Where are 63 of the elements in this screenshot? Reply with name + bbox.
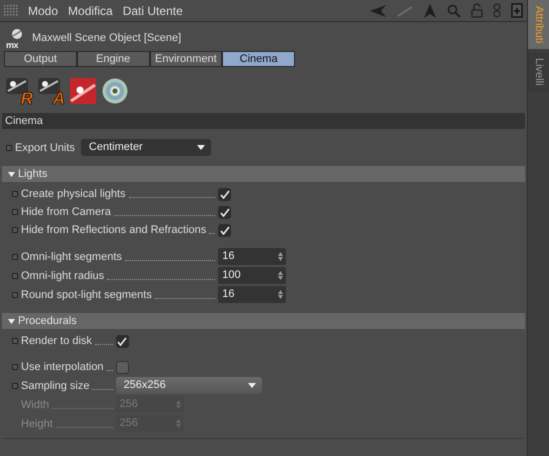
- lock-icon[interactable]: [471, 3, 483, 18]
- menu-item[interactable]: Modo: [28, 2, 58, 20]
- caret-icon: [248, 383, 256, 388]
- keyframe-icon[interactable]: [12, 191, 18, 197]
- field-label: Width: [21, 398, 50, 412]
- side-tab[interactable]: Attributi: [528, 0, 549, 50]
- field-label: Export Units: [15, 140, 75, 156]
- field-label: Use interpolation: [21, 360, 104, 375]
- checkbox[interactable]: [116, 360, 129, 374]
- field-label: Omni-light radius: [21, 268, 104, 284]
- keyframe-icon[interactable]: [12, 254, 18, 260]
- tab[interactable]: Cinema: [222, 51, 295, 67]
- up-arrow-icon[interactable]: [423, 2, 437, 18]
- section-header: Cinema: [2, 113, 525, 129]
- collapse-triangle-icon: [8, 318, 15, 324]
- keyframe-icon[interactable]: [12, 382, 18, 388]
- field-label: Hide from Reflections and Refractions: [21, 223, 206, 238]
- tab[interactable]: Output: [4, 51, 77, 67]
- disc-icon[interactable]: [101, 77, 129, 105]
- checkbox[interactable]: [116, 334, 129, 348]
- field-label: Round spot-light segments: [21, 288, 152, 302]
- group-header[interactable]: Lights: [2, 166, 525, 182]
- checkbox[interactable]: [218, 206, 232, 218]
- keyframe-icon[interactable]: [6, 144, 12, 150]
- field-label: Sampling size: [21, 378, 90, 394]
- field-label: Hide from Camera: [21, 205, 111, 220]
- tab[interactable]: Engine: [76, 51, 150, 67]
- group-header[interactable]: Procedurals: [2, 313, 525, 329]
- new-panel-icon[interactable]: [511, 3, 523, 18]
- slash-icon[interactable]: [397, 4, 413, 18]
- back-arrow-icon[interactable]: [369, 4, 387, 18]
- tab[interactable]: Environment: [150, 51, 222, 67]
- number-field[interactable]: 100: [218, 267, 286, 284]
- spinner-icon[interactable]: [278, 271, 284, 280]
- menu-item[interactable]: Modifica: [68, 2, 113, 20]
- checkbox[interactable]: [218, 224, 232, 236]
- keyframe-icon[interactable]: [12, 338, 18, 344]
- field-label: Create physical lights: [21, 187, 126, 202]
- field-label: Omni-light segments: [21, 250, 122, 264]
- number-field[interactable]: 16: [218, 286, 286, 303]
- keyframe-icon[interactable]: [12, 272, 18, 278]
- caret-icon: [196, 145, 205, 150]
- units-dropdown[interactable]: Centimeter: [80, 139, 211, 156]
- two-circles-icon[interactable]: [493, 3, 501, 18]
- collapse-triangle-icon: [8, 172, 15, 176]
- field-label: Height: [21, 416, 53, 432]
- number-field[interactable]: 16: [218, 248, 286, 265]
- keyframe-icon[interactable]: [12, 209, 18, 215]
- search-icon[interactable]: [447, 4, 461, 18]
- spinner-icon[interactable]: [278, 252, 284, 261]
- checkbox[interactable]: [218, 188, 232, 200]
- size-dropdown[interactable]: 256x256: [116, 377, 262, 394]
- menu-item[interactable]: Dati Utente: [122, 2, 183, 20]
- grip-icon[interactable]: [4, 4, 18, 16]
- spinner-icon[interactable]: [278, 290, 284, 299]
- side-tab[interactable]: Livelli: [528, 52, 549, 92]
- keyframe-icon[interactable]: [12, 292, 18, 298]
- keyframe-icon[interactable]: [12, 227, 18, 233]
- material-preset-icon[interactable]: [69, 77, 97, 105]
- field-label: Render to disk: [21, 334, 92, 349]
- mx-logo: mx: [6, 27, 26, 49]
- object-title: Maxwell Scene Object [Scene]: [32, 30, 182, 46]
- keyframe-icon[interactable]: [12, 364, 18, 370]
